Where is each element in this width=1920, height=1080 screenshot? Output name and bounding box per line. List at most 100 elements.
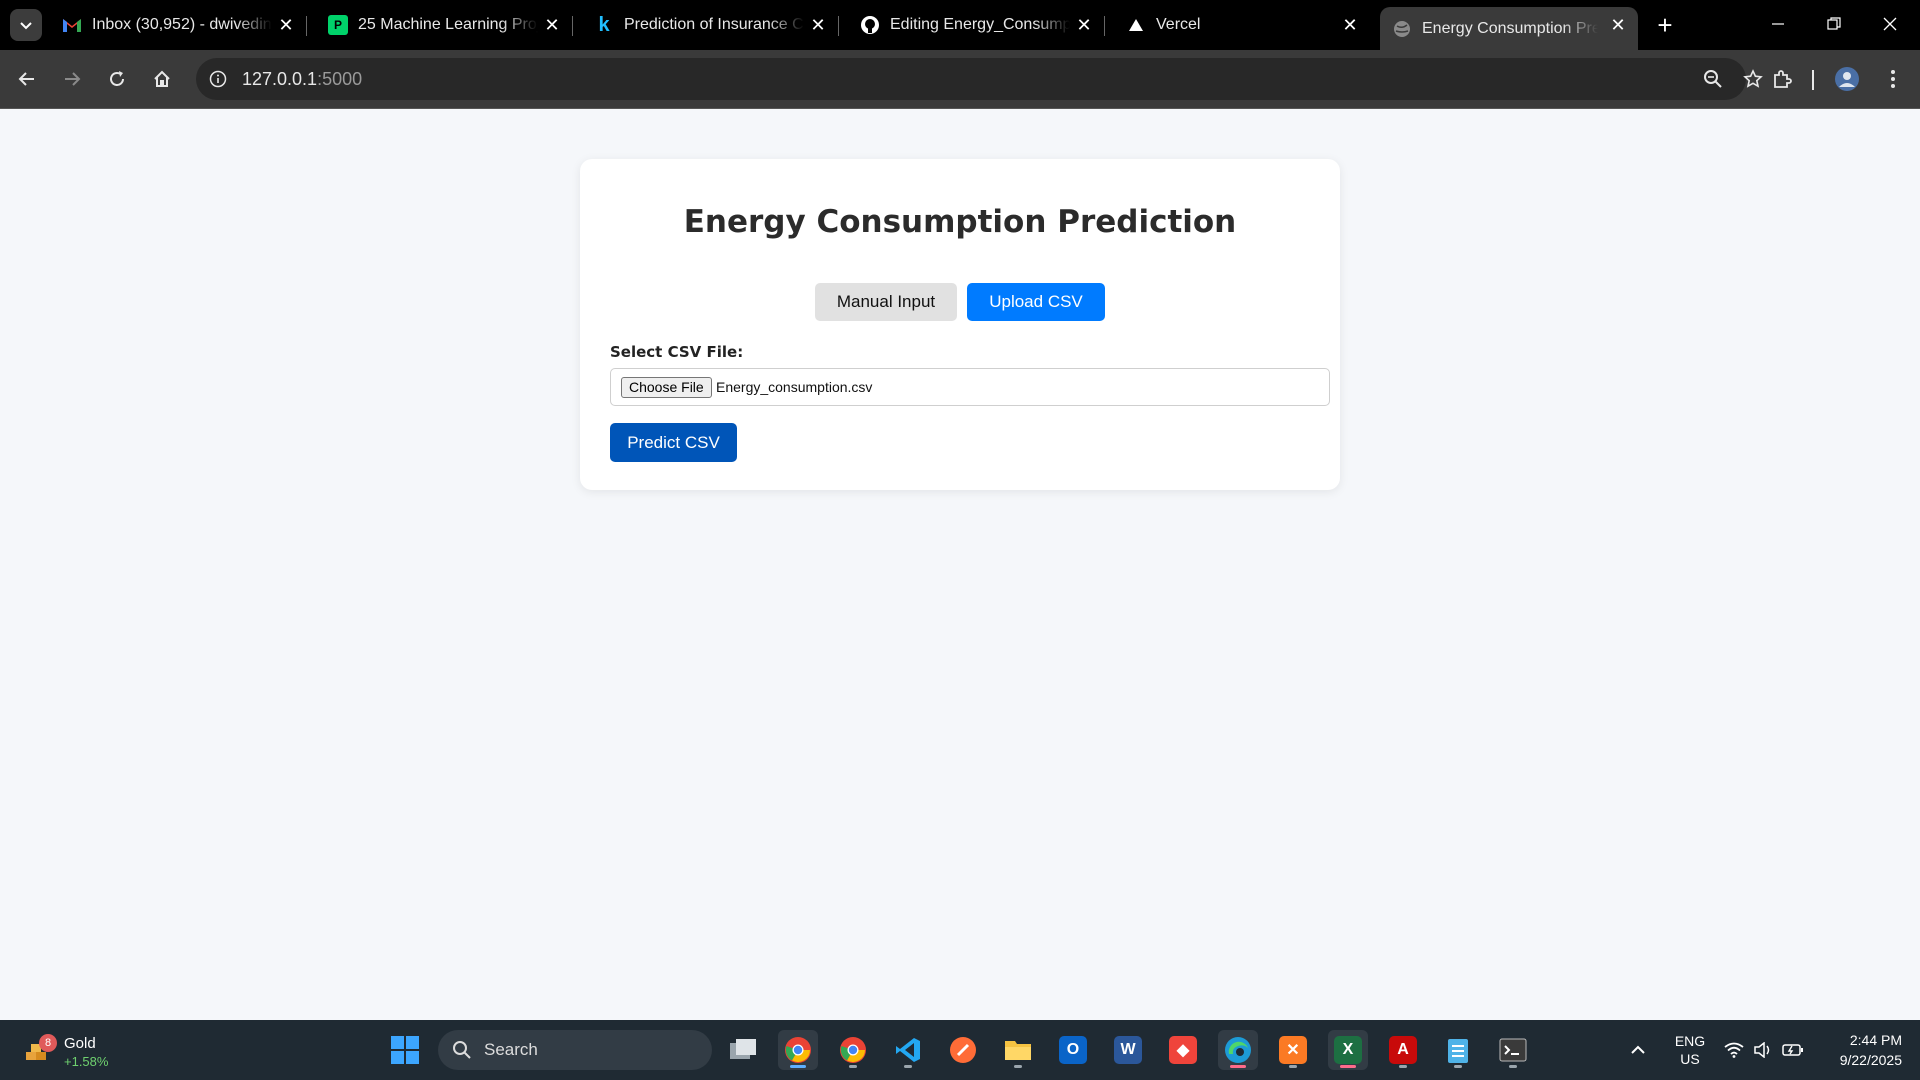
word-icon[interactable]: W [1108,1030,1148,1070]
postman-icon[interactable] [943,1030,983,1070]
minimize-button[interactable] [1750,0,1806,48]
language-indicator[interactable]: ENG US [1665,1032,1715,1068]
reload-icon [110,71,124,86]
project-pro-icon: P [328,15,348,35]
search-icon [453,1041,471,1059]
running-indicator [1454,1065,1462,1068]
home-icon [154,70,170,87]
tab-github[interactable]: Editing Energy_Consumptio ✕ [848,7,1105,43]
address-bar[interactable]: 127.0.0.1:5000 [196,58,1763,100]
xampp-icon[interactable]: ✕ [1273,1030,1313,1070]
forward-button[interactable] [55,62,89,96]
page-content: Energy Consumption Prediction Manual Inp… [0,109,1920,1019]
url-text: 127.0.0.1:5000 [242,69,363,89]
vscode-icon[interactable] [888,1030,928,1070]
tab-title: Inbox (30,952) - dwivedina [92,16,272,33]
running-indicator [904,1065,912,1068]
avatar [1835,67,1859,91]
running-indicator [849,1065,857,1068]
anydesk-icon[interactable]: ◆ [1163,1030,1203,1070]
close-icon [1883,17,1897,31]
running-indicator [1399,1065,1407,1068]
home-button[interactable] [145,62,179,96]
gmail-icon [62,15,82,35]
chevron-up-icon [1631,1045,1645,1054]
tab-vercel[interactable]: Vercel ✕ [1114,7,1370,43]
browser-toolbar: 127.0.0.1:5000 [0,50,1920,109]
notepad-icon[interactable] [1438,1030,1478,1070]
upload-csv-button[interactable]: Upload CSV [967,283,1105,321]
tab-title: Energy Consumption Predi [1422,19,1598,37]
running-indicator [1289,1065,1297,1068]
outlook-icon[interactable]: O [1053,1030,1093,1070]
taskbar: 8 Gold +1.58% Search O W ◆ ✕ X A ENG US … [0,1020,1920,1080]
arrow-right-icon [65,72,81,86]
system-clock[interactable]: 2:44 PM 9/22/2025 [1812,1030,1902,1070]
battery-icon[interactable] [1782,1020,1804,1080]
tab-energy-active[interactable]: Energy Consumption Predi ✕ [1380,7,1638,50]
start-button[interactable] [390,1035,420,1065]
taskbar-search[interactable]: Search [438,1030,712,1070]
back-button[interactable] [10,62,44,96]
menu-button[interactable] [1876,62,1910,96]
tab-title: 25 Machine Learning Proje [358,16,538,33]
language-code: ENG [1674,1033,1706,1049]
weather-widget[interactable]: 8 Gold +1.58% [22,1028,132,1072]
file-field-label: Select CSV File: [610,343,744,361]
notification-badge: 8 [39,1034,57,1052]
choose-file-button[interactable]: Choose File [621,377,712,398]
site-info-icon[interactable] [206,67,230,91]
acrobat-icon[interactable]: A [1383,1030,1423,1070]
task-view-icon[interactable] [723,1030,763,1070]
more-vert-icon [1891,70,1895,88]
zoom-out-icon [1704,70,1722,88]
tab-title: Vercel [1156,16,1201,33]
profile-button[interactable] [1830,62,1864,96]
globe-icon [1392,19,1412,39]
chevron-down-icon [20,22,32,30]
predict-csv-button[interactable]: Predict CSV [610,423,737,462]
running-indicator [790,1065,806,1068]
github-icon [860,15,880,35]
kaggle-icon: k [598,13,610,36]
widget-change: +1.58% [64,1054,109,1069]
chrome-icon[interactable] [778,1030,818,1070]
close-tab-icon[interactable]: ✕ [808,15,828,35]
excel-icon[interactable]: X [1328,1030,1368,1070]
prediction-card: Energy Consumption Prediction Manual Inp… [580,159,1340,490]
extensions-button[interactable] [1765,62,1799,96]
tab-kaggle[interactable]: k Prediction of Insurance Ch ✕ [582,7,839,43]
close-tab-icon[interactable]: ✕ [1608,15,1628,35]
running-indicator [1340,1065,1356,1068]
edge-icon[interactable] [1218,1030,1258,1070]
show-hidden-icons[interactable] [1630,1020,1652,1080]
new-tab-button[interactable]: + [1650,10,1680,40]
running-indicator [1230,1065,1246,1068]
toolbar-divider [1812,70,1814,90]
widget-title: Gold [64,1035,96,1052]
clock-time: 2:44 PM [1849,1032,1902,1048]
restore-button[interactable] [1806,0,1862,48]
tab-title: Prediction of Insurance Ch [624,16,804,33]
tab-gmail[interactable]: Inbox (30,952) - dwivedina ✕ [50,7,307,43]
manual-input-button[interactable]: Manual Input [815,283,957,321]
tab-search-button[interactable] [10,9,42,41]
close-tab-icon[interactable]: ✕ [542,15,562,35]
tab-projectpro[interactable]: P 25 Machine Learning Proje ✕ [316,7,573,43]
puzzle-icon [1774,70,1792,88]
terminal-icon[interactable] [1493,1030,1533,1070]
csv-file-input[interactable]: Choose File Energy_consumption.csv [610,368,1330,406]
volume-icon[interactable] [1753,1020,1773,1080]
vercel-icon [1126,15,1146,35]
reload-button[interactable] [100,62,134,96]
close-tab-icon[interactable]: ✕ [1340,15,1360,35]
file-explorer-icon[interactable] [998,1030,1038,1070]
restore-icon [1827,17,1841,30]
wifi-icon[interactable] [1724,1020,1744,1080]
close-tab-icon[interactable]: ✕ [276,15,296,35]
arrow-left-icon [18,72,34,86]
zoom-button[interactable] [1696,62,1730,96]
close-window-button[interactable] [1862,0,1918,48]
close-tab-icon[interactable]: ✕ [1074,15,1094,35]
chrome-profile-icon[interactable] [833,1030,873,1070]
